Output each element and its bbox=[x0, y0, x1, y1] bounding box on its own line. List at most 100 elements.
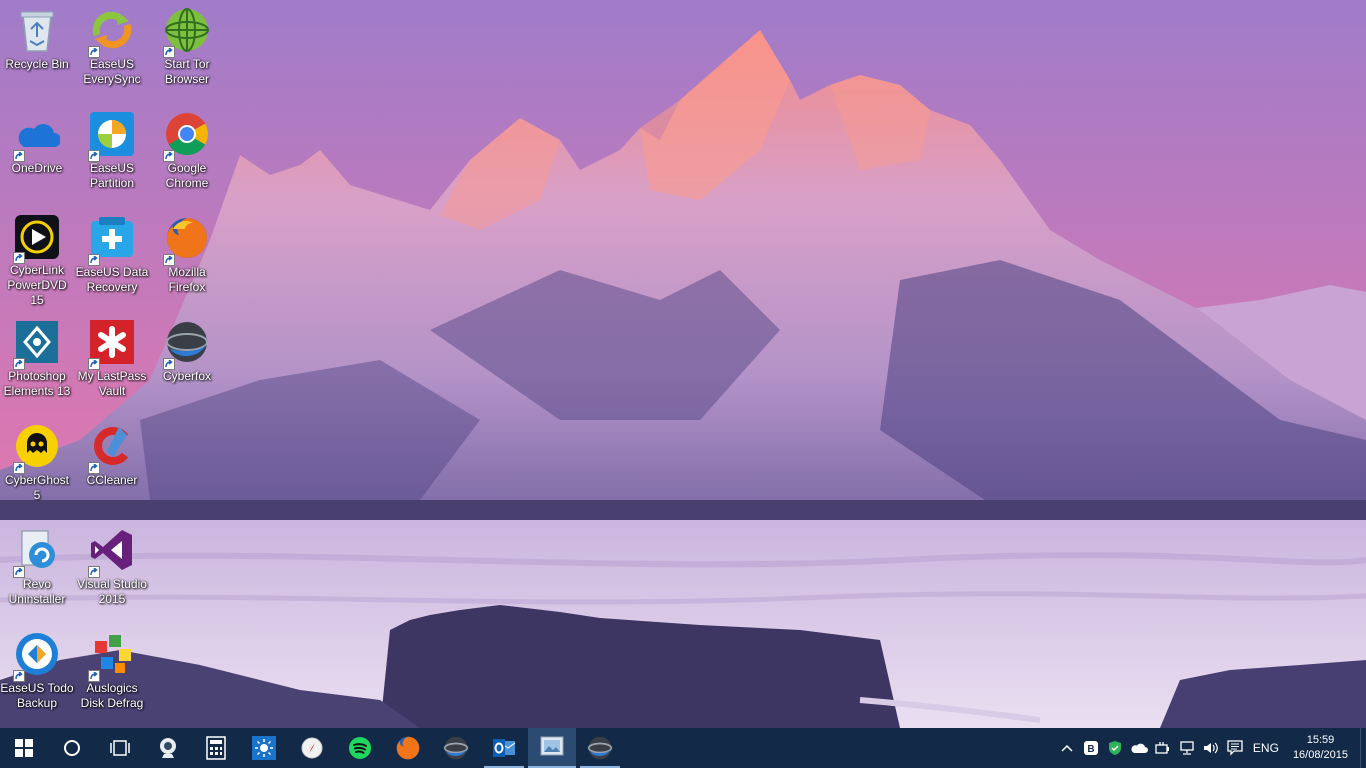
desktop-icon-tor-browser[interactable]: Start Tor Browser bbox=[150, 0, 224, 100]
desktop-icon-auslogics-disk-defrag[interactable]: Auslogics Disk Defrag bbox=[75, 624, 149, 724]
desktop-icon-photoshop-elements[interactable]: Photoshop Elements 13 bbox=[0, 312, 74, 412]
webcam-icon bbox=[160, 738, 176, 758]
tray-volume[interactable] bbox=[1199, 728, 1223, 768]
spotify-icon bbox=[349, 737, 371, 759]
bitdefender-icon: B bbox=[1083, 741, 1098, 755]
desktop-icon-label: Visual Studio 2015 bbox=[77, 577, 147, 606]
clock[interactable]: 15:59 16/08/2015 bbox=[1287, 733, 1360, 763]
show-desktop-button[interactable] bbox=[1360, 728, 1366, 768]
chrome-icon bbox=[163, 110, 211, 162]
desktop-icon-label: CCleaner bbox=[86, 473, 138, 487]
shortcut-arrow-icon bbox=[163, 254, 175, 266]
desktop-icon-label: Auslogics Disk Defrag bbox=[80, 681, 144, 710]
desktop-icon-label: EaseUS EverySync bbox=[83, 57, 141, 86]
shortcut-arrow-icon bbox=[163, 46, 175, 58]
easeus-everysync-icon bbox=[88, 6, 136, 58]
desktop-icon-easeus-everysync[interactable]: EaseUS EverySync bbox=[75, 0, 149, 100]
onedrive-icon bbox=[13, 110, 61, 162]
desktop-icon-google-chrome[interactable]: Google Chrome bbox=[150, 104, 224, 204]
cyberghost-icon bbox=[13, 422, 61, 474]
chevron-up-icon bbox=[1061, 744, 1073, 752]
volume-icon bbox=[1203, 742, 1218, 754]
desktop-icon-label: Photoshop Elements 13 bbox=[3, 369, 71, 398]
desktop-icon-revo-uninstaller[interactable]: Revo Uninstaller bbox=[0, 520, 74, 620]
taskbar-firefox[interactable] bbox=[384, 728, 432, 768]
desktop-icon-cyberlink-powerdvd[interactable]: CyberLink PowerDVD 15 bbox=[0, 208, 74, 308]
task-view-icon bbox=[110, 740, 130, 756]
tray-action-center[interactable] bbox=[1223, 728, 1247, 768]
shortcut-arrow-icon bbox=[163, 358, 175, 370]
ccleaner-icon bbox=[88, 422, 136, 474]
shortcut-arrow-icon bbox=[88, 150, 100, 162]
desktop-icon-label: Google Chrome bbox=[165, 161, 209, 190]
tray-onedrive[interactable] bbox=[1127, 728, 1151, 768]
desktop-icon-cyberfox[interactable]: Cyberfox bbox=[150, 312, 224, 412]
taskbar-cyberfox-2[interactable] bbox=[576, 728, 624, 768]
desktop-icon-ccleaner[interactable]: CCleaner bbox=[75, 416, 149, 516]
clock-date: 16/08/2015 bbox=[1292, 749, 1348, 761]
shortcut-arrow-icon bbox=[13, 358, 25, 370]
firefox-icon bbox=[163, 214, 211, 266]
calculator-icon bbox=[206, 736, 226, 760]
desktop-icon-easeus-todo-backup[interactable]: EaseUS Todo Backup bbox=[0, 624, 74, 724]
desktop: Recycle Bin OneDrive CyberLink PowerDVD … bbox=[0, 0, 1366, 728]
desktop-icon-lastpass[interactable]: My LastPass Vault bbox=[75, 312, 149, 412]
shortcut-arrow-icon bbox=[163, 150, 175, 162]
desktop-icon-label: Revo Uninstaller bbox=[8, 577, 66, 606]
recycle-bin-icon bbox=[13, 6, 61, 54]
desktop-icon-label: CyberLink PowerDVD 15 bbox=[7, 263, 67, 307]
desktop-icon-label: OneDrive bbox=[11, 161, 63, 175]
taskbar-cyberfox[interactable] bbox=[432, 728, 480, 768]
cyberfox-icon bbox=[163, 318, 211, 370]
action-center-icon bbox=[1227, 740, 1243, 756]
system-tray: B ENG 15:59 16/08/2015 bbox=[1055, 728, 1366, 768]
shortcut-arrow-icon bbox=[13, 566, 25, 578]
tray-security-shield[interactable] bbox=[1103, 728, 1127, 768]
shortcut-arrow-icon bbox=[13, 252, 25, 264]
taskbar: B ENG 15:59 16/08/2015 bbox=[0, 728, 1366, 768]
taskbar-photo-viewer[interactable] bbox=[528, 728, 576, 768]
desktop-icon-recycle-bin[interactable]: Recycle Bin bbox=[0, 0, 74, 100]
shortcut-arrow-icon bbox=[88, 670, 100, 682]
desktop-icon-easeus-partition[interactable]: EaseUS Partition bbox=[75, 104, 149, 204]
power-plug-icon bbox=[1155, 742, 1169, 754]
easeus-partition-icon bbox=[88, 110, 136, 162]
desktop-icon-easeus-data-recovery[interactable]: EaseUS Data Recovery bbox=[75, 208, 149, 308]
start-button[interactable] bbox=[0, 728, 48, 768]
taskbar-spotify[interactable] bbox=[336, 728, 384, 768]
easeus-todo-backup-icon bbox=[13, 630, 61, 682]
tray-bitdefender[interactable]: B bbox=[1079, 728, 1103, 768]
taskbar-compass-app[interactable] bbox=[288, 728, 336, 768]
onedrive-cloud-icon bbox=[1131, 743, 1148, 753]
cortana-circle-icon bbox=[64, 740, 80, 756]
tray-power[interactable] bbox=[1151, 728, 1175, 768]
desktop-icon-label: Mozilla Firefox bbox=[168, 265, 206, 294]
taskbar-webcam-app[interactable] bbox=[144, 728, 192, 768]
cortana-button[interactable] bbox=[48, 728, 96, 768]
desktop-icon-visual-studio[interactable]: Visual Studio 2015 bbox=[75, 520, 149, 620]
visual-studio-icon bbox=[88, 526, 136, 578]
photoshop-elements-icon bbox=[13, 318, 61, 370]
input-language-indicator[interactable]: ENG bbox=[1247, 741, 1287, 755]
taskbar-outlook[interactable] bbox=[480, 728, 528, 768]
desktop-icon-onedrive[interactable]: OneDrive bbox=[0, 104, 74, 204]
revo-uninstaller-icon bbox=[13, 526, 61, 578]
windows-logo-icon bbox=[15, 739, 33, 757]
desktop-icon-mozilla-firefox[interactable]: Mozilla Firefox bbox=[150, 208, 224, 308]
taskbar-weather[interactable] bbox=[240, 728, 288, 768]
lastpass-icon bbox=[88, 318, 136, 370]
desktop-icon-label: EaseUS Data Recovery bbox=[75, 265, 149, 294]
tor-browser-icon bbox=[163, 6, 211, 58]
taskbar-calculator[interactable] bbox=[192, 728, 240, 768]
desktop-icon-cyberghost[interactable]: CyberGhost 5 bbox=[0, 416, 74, 516]
task-view-button[interactable] bbox=[96, 728, 144, 768]
shortcut-arrow-icon bbox=[88, 254, 100, 266]
desktop-icon-label: Recycle Bin bbox=[5, 57, 69, 71]
shortcut-arrow-icon bbox=[13, 150, 25, 162]
tray-network[interactable] bbox=[1175, 728, 1199, 768]
cyberfox-icon bbox=[443, 736, 469, 760]
shortcut-arrow-icon bbox=[88, 46, 100, 58]
shield-icon bbox=[1108, 741, 1121, 755]
cyberfox-icon bbox=[587, 736, 613, 760]
show-hidden-icons-button[interactable] bbox=[1055, 728, 1079, 768]
